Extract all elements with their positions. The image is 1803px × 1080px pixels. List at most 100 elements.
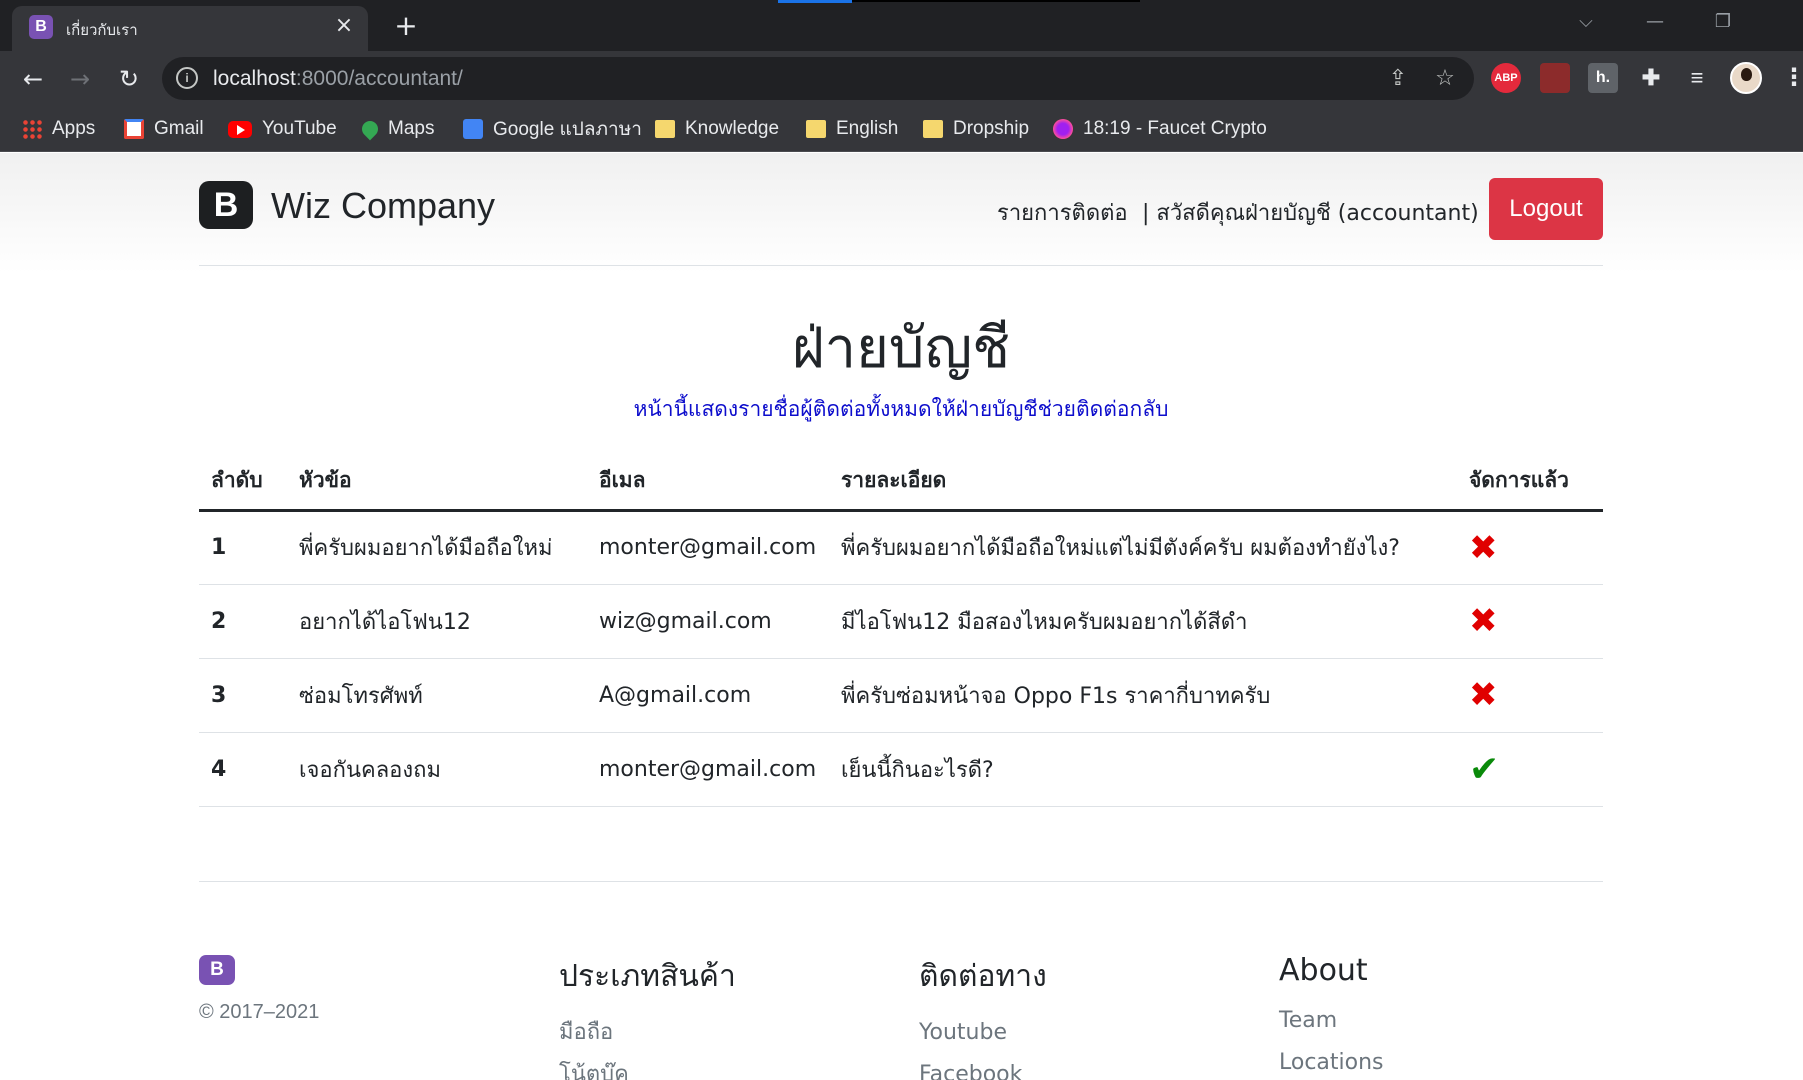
bookmark-label: Google แปลภาษา bbox=[493, 119, 642, 140]
row-detail: พี่ครับผมอยากได้มือถือใหม่แต่ไม่มีตังค์ค… bbox=[829, 510, 1457, 585]
h-extension-icon[interactable]: h. bbox=[1588, 63, 1618, 93]
folder-icon bbox=[806, 120, 826, 138]
bookmark-faucet[interactable]: 18:19 - Faucet Crypto bbox=[1053, 115, 1267, 143]
table-row: 2 อยากได้ไอโฟน12 wiz@gmail.com มีไอโฟน12… bbox=[199, 584, 1603, 659]
pdf-extension-icon[interactable] bbox=[1540, 63, 1570, 93]
logout-button[interactable]: Logout bbox=[1489, 178, 1603, 240]
bootstrap-logo-icon[interactable]: B bbox=[199, 181, 253, 229]
bookmark-star-icon[interactable]: ☆ bbox=[1430, 64, 1460, 94]
row-detail: พี่ครับซ่อมหน้าจอ Oppo F1s ราคากี่บาทครั… bbox=[829, 658, 1457, 733]
bookmark-label: Gmail bbox=[154, 118, 204, 139]
browser-toolbar: ← → ↻ i localhost:8000/accountant/ ⇪ ☆ A… bbox=[0, 51, 1803, 106]
table-row: 3 ซ่อมโทรศัพท์ A@gmail.com พี่ครับซ่อมหน… bbox=[199, 658, 1603, 733]
row-email: wiz@gmail.com bbox=[587, 584, 829, 659]
footer-col-contact: ติดต่อทาง Youtube Facebook bbox=[919, 953, 1047, 1080]
restore-icon[interactable]: ❐ bbox=[1703, 8, 1743, 36]
footer-divider bbox=[199, 881, 1603, 882]
faucet-icon bbox=[1053, 119, 1073, 139]
bookmark-apps[interactable]: Apps bbox=[22, 115, 95, 143]
site-header: B Wiz Company รายการติดต่อ | สวัสดีคุณฝ่… bbox=[199, 173, 1603, 266]
x-mark-icon[interactable]: ✖ bbox=[1469, 675, 1498, 715]
footer-link[interactable]: Facebook bbox=[919, 1054, 1047, 1080]
footer-link[interactable]: โน้ตบุ๊ค bbox=[559, 1054, 736, 1080]
back-icon[interactable]: ← bbox=[15, 61, 51, 97]
reload-icon[interactable]: ↻ bbox=[111, 61, 147, 97]
x-mark-icon[interactable]: ✖ bbox=[1469, 601, 1498, 641]
bookmark-label: Maps bbox=[388, 118, 435, 139]
url-text[interactable]: localhost:8000/accountant/ bbox=[213, 67, 463, 91]
footer-copyright: © 2017–2021 bbox=[199, 1001, 320, 1023]
close-tab-icon[interactable]: × bbox=[332, 14, 356, 38]
bookmarks-bar: Apps Gmail YouTube Maps Google แปลภาษา K… bbox=[0, 106, 1803, 152]
row-email: monter@gmail.com bbox=[587, 510, 829, 585]
folder-icon bbox=[923, 120, 943, 138]
url-path: :8000/accountant/ bbox=[295, 67, 463, 90]
footer-link[interactable]: Team bbox=[1279, 1000, 1384, 1042]
col-header-detail: รายละเอียด bbox=[829, 453, 1457, 512]
tab-strip-indicator bbox=[778, 0, 852, 3]
col-header-no: ลำดับ bbox=[199, 453, 287, 512]
youtube-icon bbox=[228, 120, 252, 138]
minimize-icon[interactable]: — bbox=[1635, 8, 1675, 36]
table-header-row: ลำดับ หัวข้อ อีเมล รายละเอียด จัดการแล้ว bbox=[199, 453, 1603, 512]
page-content: B Wiz Company รายการติดต่อ | สวัสดีคุณฝ่… bbox=[0, 153, 1803, 1080]
tab-strip-divider bbox=[852, 0, 1140, 2]
tab-search-icon[interactable]: ⌵ bbox=[1566, 8, 1606, 36]
bookmark-english[interactable]: English bbox=[806, 115, 898, 143]
bookmark-dropship[interactable]: Dropship bbox=[923, 115, 1029, 143]
footer-link[interactable]: มือถือ bbox=[559, 1012, 736, 1054]
check-mark-icon[interactable]: ✔ bbox=[1469, 749, 1499, 790]
row-topic: เจอกันคลองถม bbox=[287, 732, 587, 807]
page-subtitle: หน้านี้แสดงรายชื่อผู้ติดต่อทั้งหมดให้ฝ่า… bbox=[633, 397, 1169, 421]
browser-tab[interactable]: B เกี่ยวกับเรา × bbox=[12, 6, 368, 51]
row-email: A@gmail.com bbox=[587, 658, 829, 733]
col-header-email: อีเมล bbox=[587, 453, 829, 512]
forward-icon[interactable]: → bbox=[62, 61, 98, 97]
folder-icon bbox=[655, 120, 675, 138]
new-tab-button[interactable]: + bbox=[390, 10, 422, 42]
table-row: 1 พี่ครับผมอยากได้มือถือใหม่ monter@gmai… bbox=[199, 510, 1603, 585]
bookmark-youtube[interactable]: YouTube bbox=[228, 115, 337, 143]
bookmark-label: YouTube bbox=[262, 118, 337, 139]
bookmark-gmail[interactable]: Gmail bbox=[124, 115, 204, 143]
share-icon[interactable]: ⇪ bbox=[1383, 64, 1413, 94]
apps-icon bbox=[22, 119, 42, 139]
profile-avatar[interactable] bbox=[1730, 62, 1762, 94]
bookmark-knowledge[interactable]: Knowledge bbox=[655, 115, 779, 143]
bookmark-label: Knowledge bbox=[685, 118, 780, 139]
row-number: 3 bbox=[199, 658, 287, 733]
gmail-icon bbox=[124, 119, 144, 139]
footer-link[interactable]: Youtube bbox=[919, 1012, 1047, 1054]
row-topic: ซ่อมโทรศัพท์ bbox=[287, 658, 587, 733]
footer-col-products: ประเภทสินค้า มือถือ โน้ตบุ๊ค bbox=[559, 953, 736, 1080]
url-host: localhost bbox=[213, 67, 296, 90]
nav-contacts-link[interactable]: รายการติดต่อ bbox=[997, 195, 1128, 230]
row-topic: พี่ครับผมอยากได้มือถือใหม่ bbox=[287, 510, 587, 585]
browser-menu-icon[interactable]: ⋮ bbox=[1782, 63, 1803, 91]
footer-col-about: About Team Locations bbox=[1279, 953, 1384, 1080]
site-info-icon[interactable]: i bbox=[176, 67, 198, 89]
bookmark-label: 18:19 - Faucet Crypto bbox=[1083, 118, 1267, 139]
footer-link[interactable]: Locations bbox=[1279, 1042, 1384, 1080]
bookmark-maps[interactable]: Maps bbox=[358, 115, 435, 143]
row-number: 4 bbox=[199, 732, 287, 807]
footer-col-title: About bbox=[1279, 953, 1368, 988]
bookmark-translate[interactable]: Google แปลภาษา bbox=[463, 115, 642, 143]
x-mark-icon[interactable]: ✖ bbox=[1469, 528, 1498, 568]
page-title: ฝ่ายบัญชี bbox=[791, 316, 1011, 381]
footer-bootstrap-logo-icon[interactable]: B bbox=[199, 955, 235, 985]
address-bar[interactable]: i localhost:8000/accountant/ ⇪ ☆ bbox=[162, 57, 1474, 100]
row-detail: มีไอโฟน12 มือสองไหมครับผมอยากได้สีดำ bbox=[829, 584, 1457, 659]
row-topic: อยากได้ไอโฟน12 bbox=[287, 584, 587, 659]
tab-favicon-icon: B bbox=[29, 15, 53, 39]
row-email: monter@gmail.com bbox=[587, 732, 829, 807]
brand-name[interactable]: Wiz Company bbox=[271, 185, 495, 227]
contacts-table: ลำดับ หัวข้อ อีเมล รายละเอียด จัดการแล้ว… bbox=[199, 453, 1603, 807]
extensions-puzzle-icon[interactable]: ✚ bbox=[1636, 63, 1666, 93]
maps-icon bbox=[358, 117, 382, 141]
tab-title: เกี่ยวกับเรา bbox=[66, 22, 138, 39]
footer-col-title: ติดต่อทาง bbox=[919, 959, 1047, 994]
media-queue-icon[interactable]: ≡ bbox=[1682, 63, 1712, 93]
adblock-extension-icon[interactable]: ABP bbox=[1491, 63, 1521, 93]
bookmark-label: English bbox=[836, 118, 899, 139]
